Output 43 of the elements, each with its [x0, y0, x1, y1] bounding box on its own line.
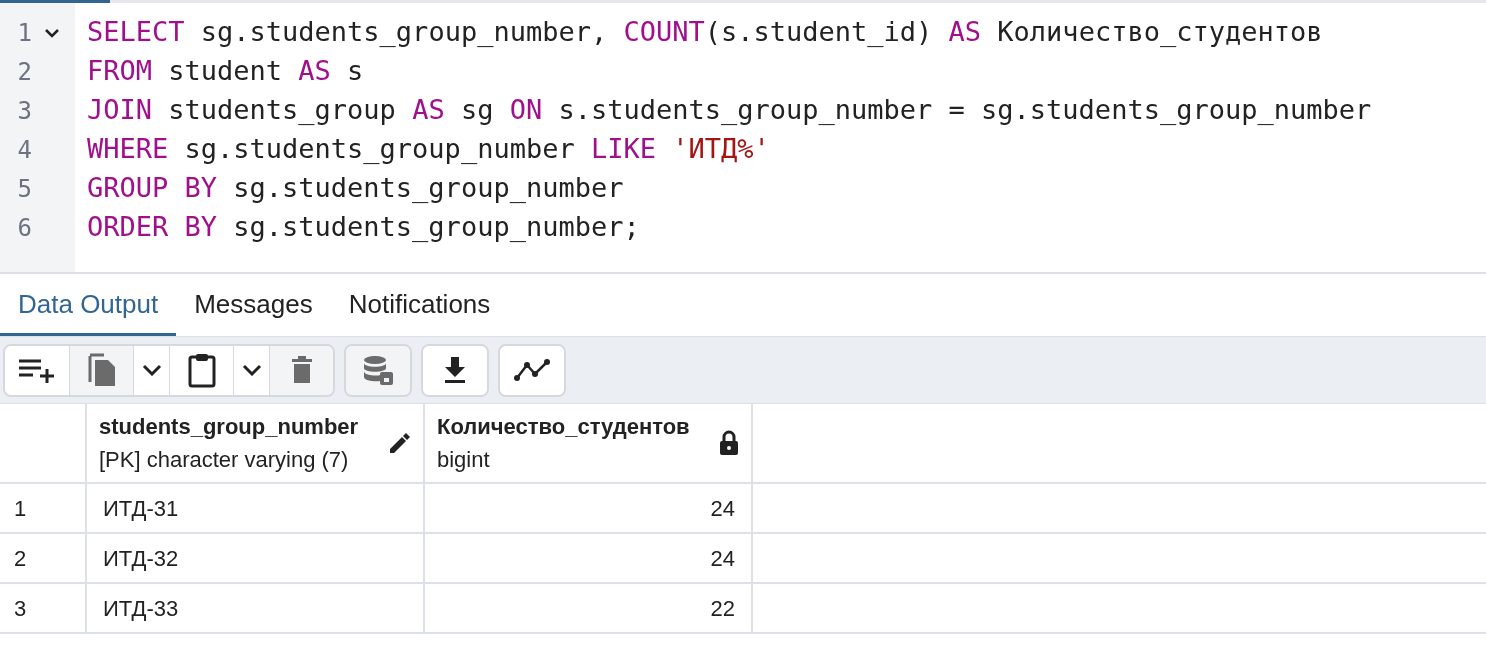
line-graph-icon	[514, 359, 550, 381]
download-icon	[443, 356, 467, 384]
row-number: 3	[0, 584, 87, 632]
column-name: students_group_number	[99, 413, 359, 441]
database-save-icon	[362, 354, 394, 386]
lock-icon	[719, 430, 739, 456]
line-number: 6	[16, 212, 32, 244]
line-number: 3	[16, 95, 32, 127]
line-number: 2	[16, 56, 32, 88]
column-type: bigint	[437, 446, 491, 474]
row-number: 2	[0, 534, 87, 582]
trash-icon	[289, 355, 314, 385]
clipboard-icon	[186, 352, 217, 388]
table-cell: 24	[425, 484, 753, 532]
column-type: [PK] character varying (7)	[99, 446, 350, 474]
caret-icon	[141, 364, 162, 376]
line-number: 4	[16, 134, 32, 166]
dropdown-button[interactable]	[133, 345, 169, 395]
table-cell: 24	[425, 534, 753, 582]
add-row-button[interactable]	[5, 345, 69, 395]
code-line: JOIN students_group AS sg ON s.students_group_number = sg.students_group_number	[87, 93, 1372, 128]
column-name: Количество_студентов	[437, 413, 690, 441]
pencil-icon	[389, 432, 411, 454]
code-line: GROUP BY sg.students_group_number	[87, 171, 625, 206]
fold-caret-icon[interactable]	[44, 26, 60, 39]
code-line: SELECT sg.students_group_number, COUNT(s.student_id) AS Количество_студентов	[87, 15, 1324, 50]
tab[interactable]: Notifications	[330, 274, 509, 336]
tab[interactable]: Messages	[176, 274, 331, 336]
caret-icon	[241, 364, 262, 376]
table-cell: 22	[425, 584, 753, 632]
table-cell: ИТД-31	[87, 484, 425, 532]
add-row-icon	[17, 357, 57, 383]
code-line: ORDER BY sg.students_group_number;	[87, 210, 641, 245]
dropdown-button[interactable]	[233, 345, 269, 395]
code-line: WHERE sg.students_group_number LIKE 'ИТД%'	[87, 132, 771, 167]
copy-icon	[86, 352, 117, 388]
line-number: 5	[16, 173, 32, 205]
paste-button[interactable]	[169, 345, 233, 395]
line-number: 1	[16, 17, 32, 49]
code-line: FROM student AS s	[87, 54, 365, 89]
row-number: 1	[0, 484, 87, 532]
table-cell: ИТД-33	[87, 584, 425, 632]
table-cell: ИТД-32	[87, 534, 425, 582]
